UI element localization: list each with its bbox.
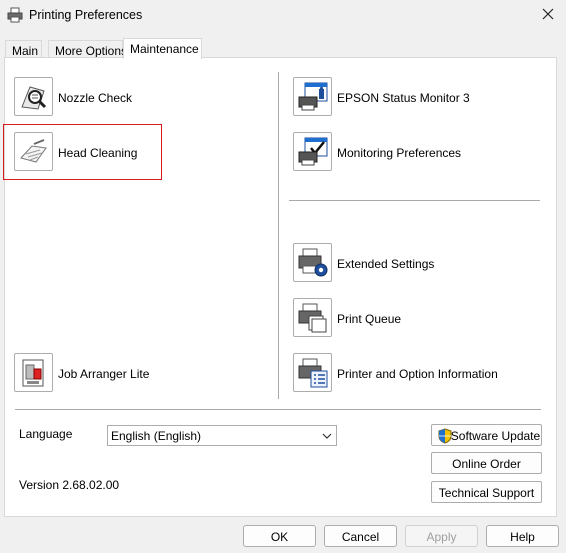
window-title: Printing Preferences <box>29 8 143 22</box>
job-arranger-button[interactable] <box>14 353 53 392</box>
chevron-down-icon <box>322 433 332 439</box>
software-update-button[interactable]: Software Update <box>431 424 542 446</box>
status-monitor-button[interactable] <box>293 77 332 116</box>
vertical-divider <box>278 72 279 399</box>
status-monitor-label: EPSON Status Monitor 3 <box>337 91 470 105</box>
head-cleaning-highlight <box>3 124 162 180</box>
monitoring-prefs-icon <box>298 137 328 166</box>
print-queue-button[interactable] <box>293 298 332 337</box>
ok-button[interactable]: OK <box>243 525 316 547</box>
extended-settings-button[interactable] <box>293 243 332 282</box>
printer-info-icon <box>298 358 328 388</box>
version-text: Version 2.68.02.00 <box>19 478 120 492</box>
nozzle-check-button[interactable] <box>14 77 53 116</box>
title-bar: Printing Preferences <box>0 0 566 32</box>
nozzle-check-icon <box>21 86 47 110</box>
online-order-button[interactable]: Online Order <box>431 452 542 474</box>
cancel-button[interactable]: Cancel <box>324 525 397 547</box>
nozzle-check-label: Nozzle Check <box>58 91 133 105</box>
software-update-label: Software Update <box>450 429 541 443</box>
extended-settings-icon <box>298 248 328 277</box>
close-icon[interactable] <box>540 6 556 22</box>
language-label: Language <box>19 427 73 441</box>
bottom-divider <box>15 409 541 410</box>
apply-button[interactable]: Apply <box>405 525 478 547</box>
language-selected-value: English (English) <box>111 429 202 443</box>
help-button[interactable]: Help <box>486 525 559 547</box>
shield-icon <box>438 428 452 444</box>
job-arranger-label: Job Arranger Lite <box>58 367 150 381</box>
printer-info-button[interactable] <box>293 353 332 392</box>
print-queue-icon <box>298 303 327 333</box>
extended-settings-label: Extended Settings <box>337 257 435 271</box>
printer-info-label: Printer and Option Information <box>337 367 498 381</box>
status-monitor-icon <box>298 82 328 111</box>
monitoring-prefs-label: Monitoring Preferences <box>337 146 462 160</box>
technical-support-button[interactable]: Technical Support <box>431 481 542 503</box>
printer-app-icon <box>7 7 23 23</box>
tab-maintenance[interactable]: Maintenance <box>123 38 202 59</box>
job-arranger-icon <box>22 359 44 387</box>
language-select[interactable]: English (English) <box>107 425 337 446</box>
monitoring-prefs-button[interactable] <box>293 132 332 171</box>
right-section-divider <box>289 200 540 201</box>
print-queue-label: Print Queue <box>337 312 402 326</box>
